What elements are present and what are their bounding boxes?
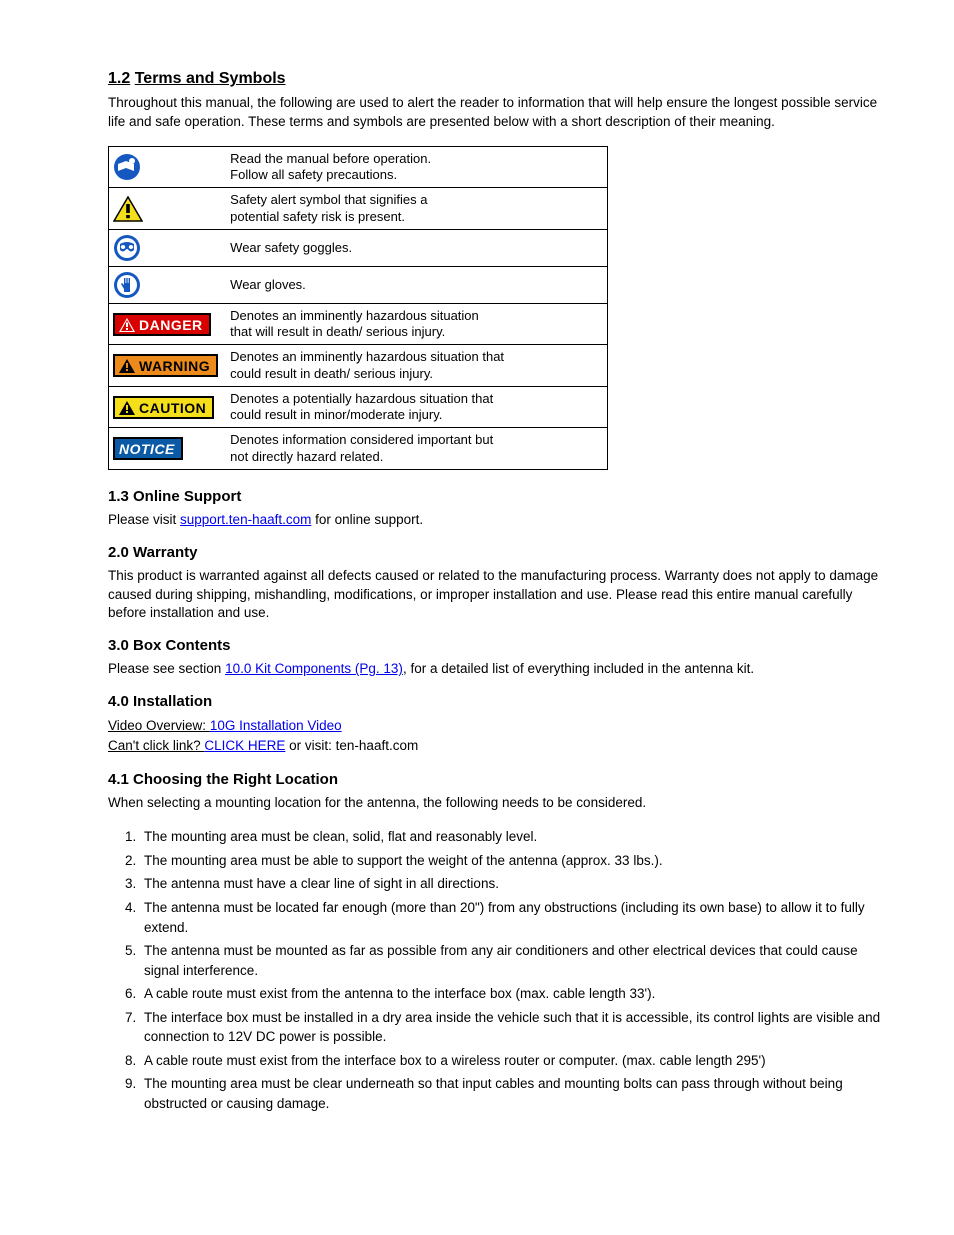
para-3: Please see section 10.0 Kit Components (… — [108, 660, 892, 679]
warning-badge: WARNING — [113, 354, 218, 377]
section-heading-1-3: 1.3 Online Support — [108, 488, 892, 505]
list-item: A cable route must exist from the interf… — [140, 1051, 892, 1071]
symbol-text: Wear gloves. — [224, 266, 607, 303]
icon-cell: CAUTION — [109, 386, 225, 428]
para-4-1-intro: When selecting a mounting location for t… — [108, 794, 892, 813]
notice-badge: NOTICE — [113, 437, 183, 460]
icon-cell: WARNING — [109, 345, 225, 387]
text: Please see section — [108, 661, 225, 676]
icon-cell — [109, 188, 225, 230]
list-item: The antenna must be located far enough (… — [140, 898, 892, 937]
list-item: The mounting area must be clean, solid, … — [140, 827, 892, 847]
section-heading-1-2: 1.2 Terms and Symbols — [108, 70, 892, 88]
badge-label: DANGER — [139, 317, 203, 333]
list-item: A cable route must exist from the antenn… — [140, 984, 892, 1004]
row-text-a: Wear safety goggles. — [230, 240, 352, 255]
symbol-text: Denotes information considered important… — [224, 428, 607, 470]
icon-cell: DANGER — [109, 303, 225, 345]
section-heading-4-1: 4.1 Choosing the Right Location — [108, 771, 892, 788]
symbol-text: Denotes a potentially hazardous situatio… — [224, 386, 607, 428]
row-text-a: Denotes information considered important… — [230, 432, 493, 447]
page: 1.2 Terms and Symbols Throughout this ma… — [0, 0, 954, 1168]
table-row: Read the manual before operation. Follow… — [109, 146, 608, 188]
row-text-a: Safety alert symbol that signifies a — [230, 192, 427, 207]
list-item: The mounting area must be clear undernea… — [140, 1074, 892, 1113]
list-item: The mounting area must be able to suppor… — [140, 851, 892, 871]
text: Please visit — [108, 512, 180, 527]
video-overview: Video Overview: 10G Installation Video C… — [108, 716, 892, 755]
list-item: The interface box must be installed in a… — [140, 1008, 892, 1047]
kit-components-link[interactable]: 10.0 Kit Components (Pg. 13) — [225, 661, 403, 676]
para-1-3: Please visit support.ten-haaft.com for o… — [108, 511, 892, 530]
location-list: The mounting area must be clean, solid, … — [114, 827, 892, 1113]
list-item: The antenna must have a clear line of si… — [140, 874, 892, 894]
row-text-b: could result in minor/moderate injury. — [230, 407, 442, 422]
fallback-label: Can't click link? — [108, 738, 204, 753]
row-text-b: could result in death/ serious injury. — [230, 366, 433, 381]
table-row: WARNING Denotes an imminently hazardous … — [109, 345, 608, 387]
icon-cell — [109, 146, 225, 188]
text: for online support. — [311, 512, 423, 527]
badge-label: CAUTION — [139, 400, 206, 416]
danger-badge: DANGER — [113, 313, 211, 336]
table-row: Wear safety goggles. — [109, 229, 608, 266]
alert-tri-small-icon — [119, 359, 135, 373]
row-text-b: that will result in death/ serious injur… — [230, 324, 445, 339]
table-row: NOTICE Denotes information considered im… — [109, 428, 608, 470]
symbol-text: Read the manual before operation. Follow… — [224, 146, 607, 188]
icon-cell — [109, 229, 225, 266]
row-text-b: Follow all safety precautions. — [230, 167, 397, 182]
support-link[interactable]: support.ten-haaft.com — [180, 512, 311, 527]
list-item: The antenna must be mounted as far as po… — [140, 941, 892, 980]
table-row: DANGER Denotes an imminently hazardous s… — [109, 303, 608, 345]
icon-cell: NOTICE — [109, 428, 225, 470]
row-text-a: Read the manual before operation. — [230, 151, 431, 166]
table-row: CAUTION Denotes a potentially hazardous … — [109, 386, 608, 428]
row-text-a: Denotes an imminently hazardous situatio… — [230, 349, 504, 364]
symbol-text: Denotes an imminently hazardous situatio… — [224, 345, 607, 387]
section-heading-4: 4.0 Installation — [108, 693, 892, 710]
badge-label: WARNING — [139, 358, 210, 374]
alert-tri-small-icon — [119, 318, 135, 332]
section-number: 1.2 — [108, 70, 130, 87]
section-title: Terms and Symbols — [135, 70, 286, 87]
icon-cell — [109, 266, 225, 303]
section-heading-3: 3.0 Box Contents — [108, 637, 892, 654]
row-text-b: potential safety risk is present. — [230, 209, 405, 224]
row-text-a: Denotes a potentially hazardous situatio… — [230, 391, 493, 406]
alert-tri-small-icon — [119, 401, 135, 415]
table-row: Safety alert symbol that signifies a pot… — [109, 188, 608, 230]
symbol-text: Denotes an imminently hazardous situatio… — [224, 303, 607, 345]
read-manual-icon — [113, 153, 141, 181]
para-2: This product is warranted against all de… — [108, 567, 892, 624]
section-intro: Throughout this manual, the following ar… — [108, 94, 892, 132]
alert-tri-icon — [113, 196, 143, 222]
fallback-text: or visit: ten-haaft.com — [289, 738, 418, 753]
video-link[interactable]: 10G Installation Video — [210, 718, 342, 733]
fallback-link[interactable]: CLICK HERE — [204, 738, 285, 753]
symbol-text: Safety alert symbol that signifies a pot… — [224, 188, 607, 230]
badge-label: NOTICE — [119, 441, 175, 457]
section-heading-2: 2.0 Warranty — [108, 544, 892, 561]
symbol-text: Wear safety goggles. — [224, 229, 607, 266]
video-label: Video Overview: — [108, 718, 210, 733]
goggles-icon — [113, 234, 141, 262]
gloves-icon — [113, 271, 141, 299]
caution-badge: CAUTION — [113, 396, 214, 419]
row-text-a: Wear gloves. — [230, 277, 306, 292]
table-row: Wear gloves. — [109, 266, 608, 303]
row-text-b: not directly hazard related. — [230, 449, 383, 464]
text: , for a detailed list of everything incl… — [403, 661, 754, 676]
symbol-table: Read the manual before operation. Follow… — [108, 146, 608, 470]
row-text-a: Denotes an imminently hazardous situatio… — [230, 308, 479, 323]
